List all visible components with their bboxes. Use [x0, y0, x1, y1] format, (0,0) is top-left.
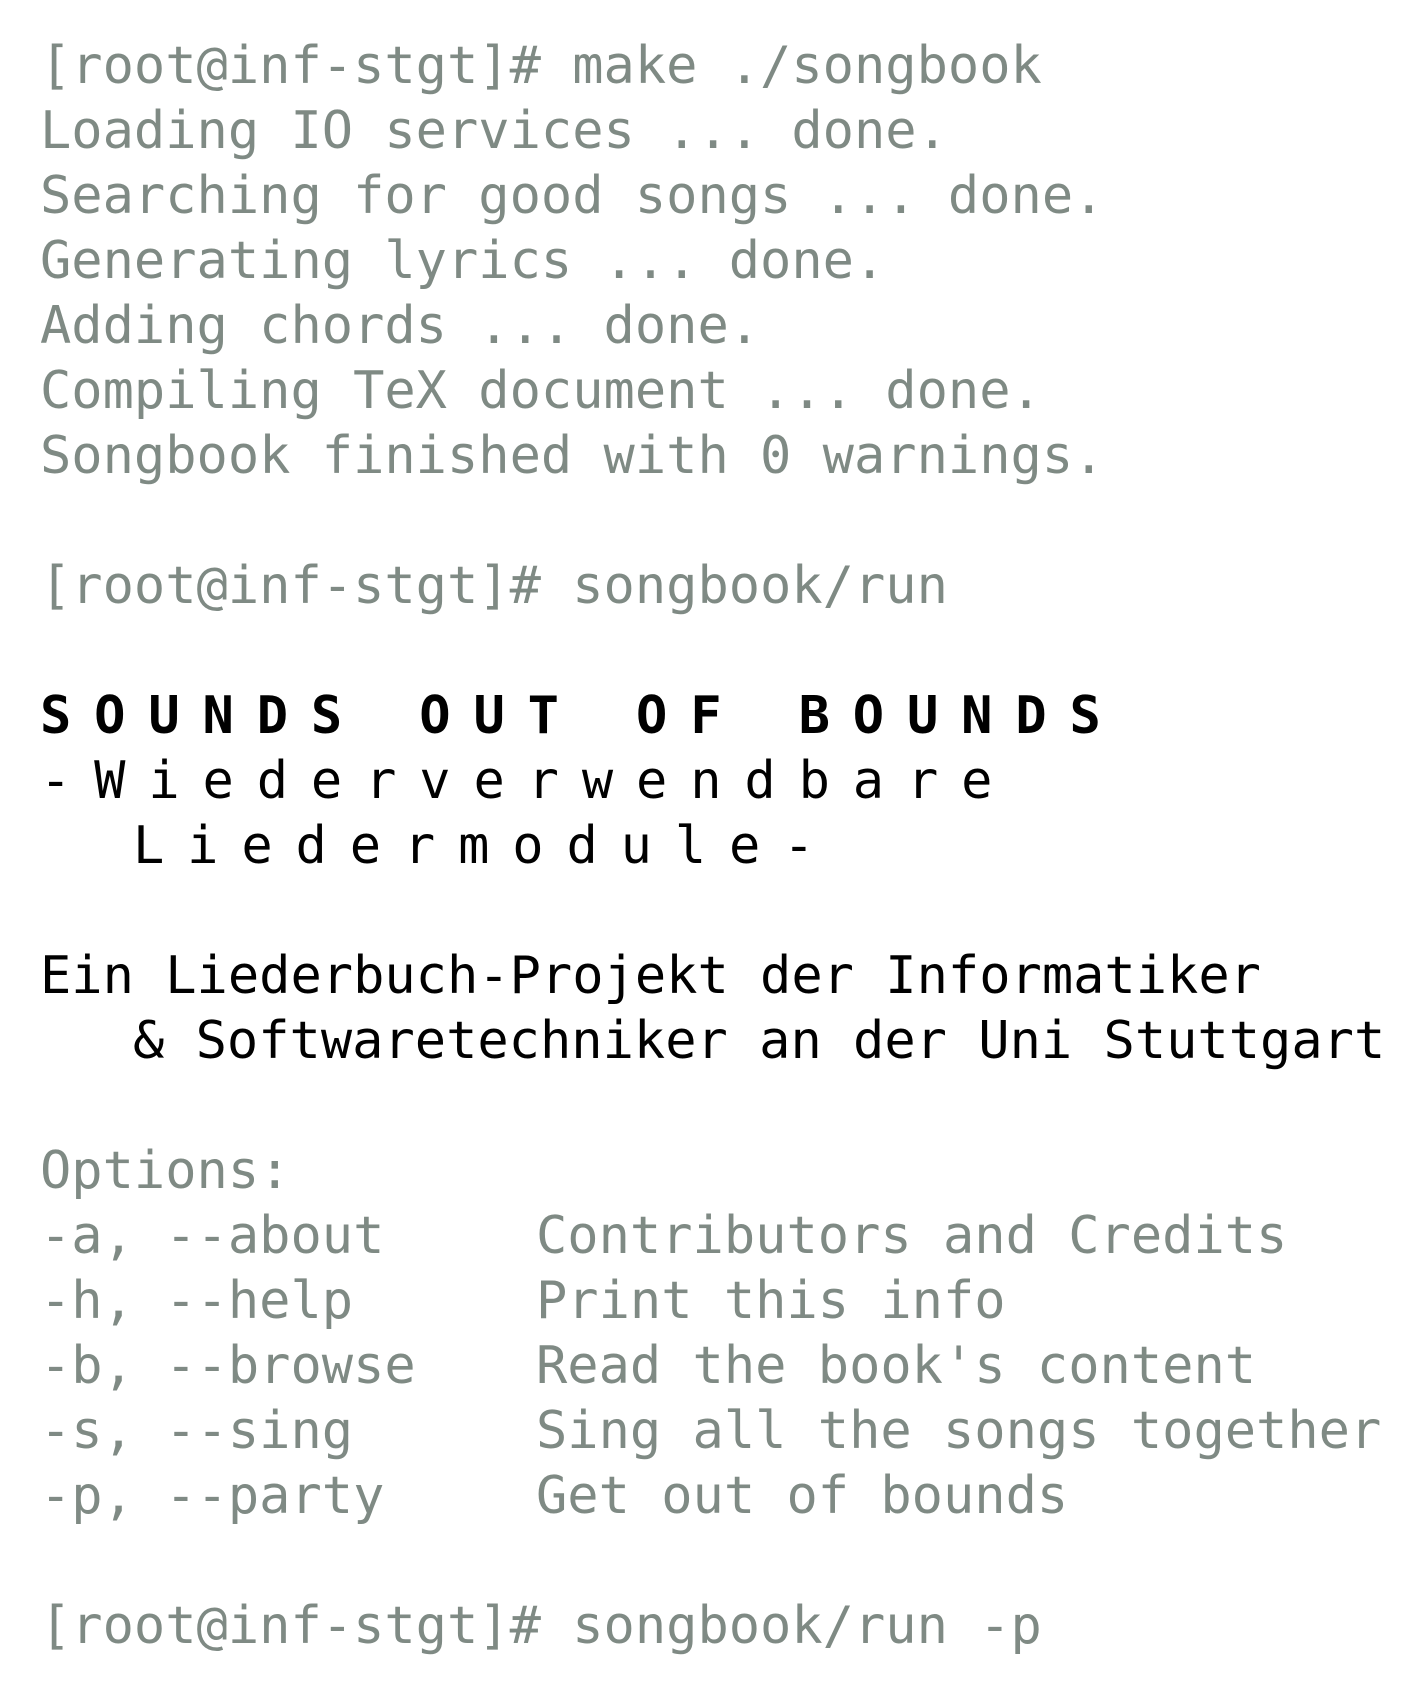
- shell-prompt: [root@inf-stgt]#: [40, 556, 573, 616]
- options-header: Options:: [40, 1141, 291, 1201]
- option-description: Sing all the songs together: [536, 1401, 1382, 1461]
- build-output-line: Searching for good songs ... done.: [40, 166, 1105, 226]
- option-description: Print this info: [536, 1271, 1006, 1331]
- command-text: make ./songbook: [572, 36, 1042, 96]
- option-row-browse: -b, --browse Read the book's content: [40, 1334, 1380, 1399]
- command-line-run: [root@inf-stgt]# songbook/run: [40, 554, 1380, 619]
- banner-title: SOUNDS OUT OF BOUNDS: [40, 686, 1124, 746]
- banner-description-line2: & Softwaretechniker an der Uni Stuttgart: [133, 1011, 1386, 1071]
- option-description: Read the book's content: [536, 1336, 1257, 1396]
- build-output-line: Songbook finished with 0 warnings.: [40, 426, 1105, 486]
- option-row-about: -a, --about Contributors and Credits: [40, 1204, 1380, 1269]
- option-row-party: -p, --party Get out of bounds: [40, 1464, 1380, 1529]
- command-line-make: [root@inf-stgt]# make ./songbook: [40, 34, 1380, 99]
- command-line-run-party[interactable]: [root@inf-stgt]# songbook/run -p: [40, 1594, 1380, 1659]
- option-flag: -s, --sing: [40, 1401, 354, 1461]
- option-flag: -b, --browse: [40, 1336, 416, 1396]
- command-text: songbook/run -p: [572, 1596, 1042, 1656]
- option-description: Contributors and Credits: [536, 1206, 1288, 1266]
- option-row-sing: -s, --sing Sing all the songs together: [40, 1399, 1382, 1464]
- option-flag: -a, --about: [40, 1206, 385, 1266]
- build-output-line: Loading IO services ... done.: [40, 101, 948, 161]
- build-output-line: Compiling TeX document ... done.: [40, 361, 1042, 421]
- option-row-help: -h, --help Print this info: [40, 1269, 1380, 1334]
- build-output-line: Generating lyrics ... done.: [40, 231, 886, 291]
- command-text: songbook/run: [572, 556, 948, 616]
- option-description: Get out of bounds: [536, 1466, 1069, 1526]
- terminal-window: [root@inf-stgt]# make ./songbook Loading…: [40, 34, 1386, 1659]
- banner-subtitle-line2: Liedermodule-: [133, 816, 838, 876]
- option-flag: -h, --help: [40, 1271, 354, 1331]
- option-flag: -p, --party: [40, 1466, 385, 1526]
- shell-prompt: [root@inf-stgt]#: [40, 1596, 573, 1656]
- build-output-line: Adding chords ... done.: [40, 296, 761, 356]
- shell-prompt: [root@inf-stgt]#: [40, 36, 573, 96]
- banner-subtitle-line1: -Wiederverwendbare: [40, 751, 1016, 811]
- banner-description-line1: Ein Liederbuch-Projekt der Informatiker: [40, 946, 1261, 1006]
